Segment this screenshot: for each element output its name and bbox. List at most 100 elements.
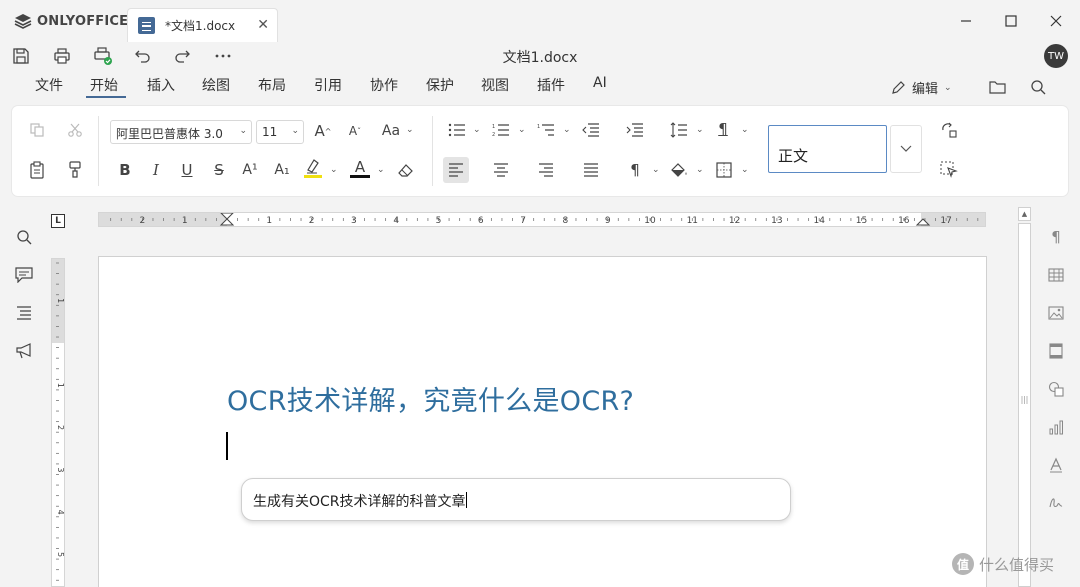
redo-icon [175, 50, 190, 63]
menu-tab-7[interactable]: 保护 [426, 75, 454, 95]
open-file-location-button[interactable] [987, 76, 1009, 98]
header-footer-settings-button[interactable] [1045, 340, 1067, 362]
font-color-button[interactable]: A [349, 157, 371, 179]
minimize-button[interactable] [951, 9, 981, 33]
menu-tab-9[interactable]: 插件 [537, 75, 565, 95]
navigation-button[interactable] [13, 302, 35, 324]
font-name-select[interactable]: 阿里巴巴普惠体 3.0 ⌄ [110, 120, 252, 144]
menu-tab-4[interactable]: 布局 [258, 75, 286, 95]
table-settings-button[interactable] [1045, 264, 1067, 286]
document-heading[interactable]: OCR技术详解，究竟什么是OCR? [227, 379, 634, 418]
scroll-up-button[interactable]: ▲ [1018, 207, 1031, 221]
maximize-button[interactable] [996, 9, 1026, 33]
replace-button[interactable] [938, 119, 960, 141]
more-options-button[interactable] [212, 45, 234, 67]
format-painter-button[interactable] [64, 159, 86, 181]
paragraph-settings-panel-button[interactable]: ¶ [1045, 226, 1067, 248]
chevron-down-icon: ⌄ [652, 165, 660, 175]
chevron-down-icon: ⌄ [563, 125, 571, 135]
close-window-button[interactable] [1041, 9, 1071, 33]
signature-settings-button[interactable] [1045, 492, 1067, 514]
ruler-label: 3 [351, 216, 357, 226]
ruler-label: 2 [140, 216, 146, 226]
paragraph-style-normal[interactable]: 正文 [768, 125, 887, 173]
underline-button[interactable]: U [176, 159, 198, 181]
menu-tab-2[interactable]: 插入 [147, 75, 175, 95]
menu-tab-8[interactable]: 视图 [481, 75, 509, 95]
paragraph-settings-button[interactable]: ¶ [712, 118, 734, 140]
strikethrough-button[interactable]: S [208, 159, 230, 181]
shape-settings-button[interactable] [1045, 378, 1067, 400]
scissors-icon [68, 123, 82, 137]
increase-indent-button[interactable] [624, 119, 646, 141]
borders-button[interactable] [713, 159, 735, 181]
copy-button[interactable] [26, 119, 48, 141]
change-case-button[interactable]: Aa [378, 120, 404, 142]
italic-icon: I [153, 161, 159, 179]
show-nonprinting-button[interactable]: ¶ [624, 159, 646, 181]
chart-settings-button[interactable] [1045, 416, 1067, 438]
menu-tab-6[interactable]: 协作 [370, 75, 398, 95]
title-bar: ONLYOFFICE *文档1.docx ✕ [0, 0, 1080, 42]
multilevel-list-button[interactable]: 1 [535, 119, 557, 141]
vertical-ruler[interactable]: 1 1 2 3 4 5 [51, 258, 65, 587]
select-button[interactable] [938, 159, 960, 181]
align-right-button[interactable] [535, 159, 557, 181]
horizontal-ruler[interactable]: 2 1 1 2 3 4 5 6 7 8 9 10 11 12 13 14 15 16 17 [98, 212, 986, 227]
menu-tab-0[interactable]: 文件 [35, 75, 63, 95]
clear-formatting-button[interactable] [395, 159, 417, 181]
shading-button[interactable] [668, 159, 690, 181]
document-title: 文档1.docx [502, 50, 578, 66]
menu-tab-5[interactable]: 引用 [314, 75, 342, 95]
undo-button[interactable] [132, 45, 154, 67]
user-avatar[interactable]: TW [1044, 44, 1068, 68]
watermark-text: 什么值得买 [979, 555, 1055, 574]
bold-button[interactable]: B [114, 159, 136, 181]
image-settings-button[interactable] [1045, 302, 1067, 324]
cut-button[interactable] [64, 119, 86, 141]
quick-print-button[interactable] [92, 45, 114, 67]
align-center-button[interactable] [490, 159, 512, 181]
menu-tab-10[interactable]: AI [593, 75, 607, 91]
decrease-font-button[interactable]: Aˇ [344, 120, 366, 142]
decrease-indent-button[interactable] [580, 119, 602, 141]
line-spacing-button[interactable] [668, 119, 690, 141]
find-button[interactable] [13, 226, 35, 248]
paste-button[interactable] [26, 159, 48, 181]
headings-icon [17, 306, 31, 320]
text-art-settings-button[interactable] [1045, 454, 1067, 476]
increase-font-button[interactable]: A ^ [312, 120, 334, 142]
text-cursor [226, 432, 228, 460]
subscript-button[interactable]: A₁ [271, 159, 293, 181]
menu-tab-1[interactable]: 开始 [90, 75, 118, 95]
ai-prompt-input[interactable]: 生成有关OCR技术详解的科普文章 [241, 478, 791, 521]
shapes-icon [1048, 381, 1064, 397]
bullet-list-button[interactable] [446, 119, 468, 141]
ruler-label: 2 [56, 425, 64, 430]
vertical-scrollbar[interactable]: ▲ [1017, 205, 1032, 587]
align-left-button[interactable] [443, 157, 469, 183]
justify-button[interactable] [580, 159, 602, 181]
ruler-label: 13 [771, 216, 782, 226]
save-button[interactable] [10, 45, 32, 67]
feedback-button[interactable] [13, 340, 35, 362]
numbered-list-button[interactable]: 12 [490, 119, 512, 141]
redo-button[interactable] [171, 45, 193, 67]
superscript-button[interactable]: A¹ [239, 159, 261, 181]
document-tab[interactable]: *文档1.docx ✕ [127, 8, 278, 42]
styles-expand-button[interactable] [890, 125, 922, 173]
chevron-down-icon [900, 145, 912, 152]
italic-button[interactable]: I [145, 159, 167, 181]
chevron-down-icon: ⌄ [696, 165, 704, 175]
search-button[interactable] [1027, 76, 1049, 98]
document-page[interactable]: OCR技术详解，究竟什么是OCR? 生成有关OCR技术详解的科普文章 [98, 256, 987, 587]
print-button[interactable] [51, 45, 73, 67]
comments-button[interactable] [13, 264, 35, 286]
font-size-select[interactable]: 11 ⌄ [256, 120, 304, 144]
highlight-color-button[interactable] [302, 157, 324, 179]
tab-stop-selector[interactable]: L [51, 214, 65, 228]
scrollbar-thumb[interactable] [1018, 223, 1031, 587]
menu-tab-3[interactable]: 绘图 [202, 75, 230, 95]
edit-mode-dropdown[interactable]: 编辑 ⌄ [890, 78, 952, 97]
close-tab-icon[interactable]: ✕ [257, 17, 269, 33]
